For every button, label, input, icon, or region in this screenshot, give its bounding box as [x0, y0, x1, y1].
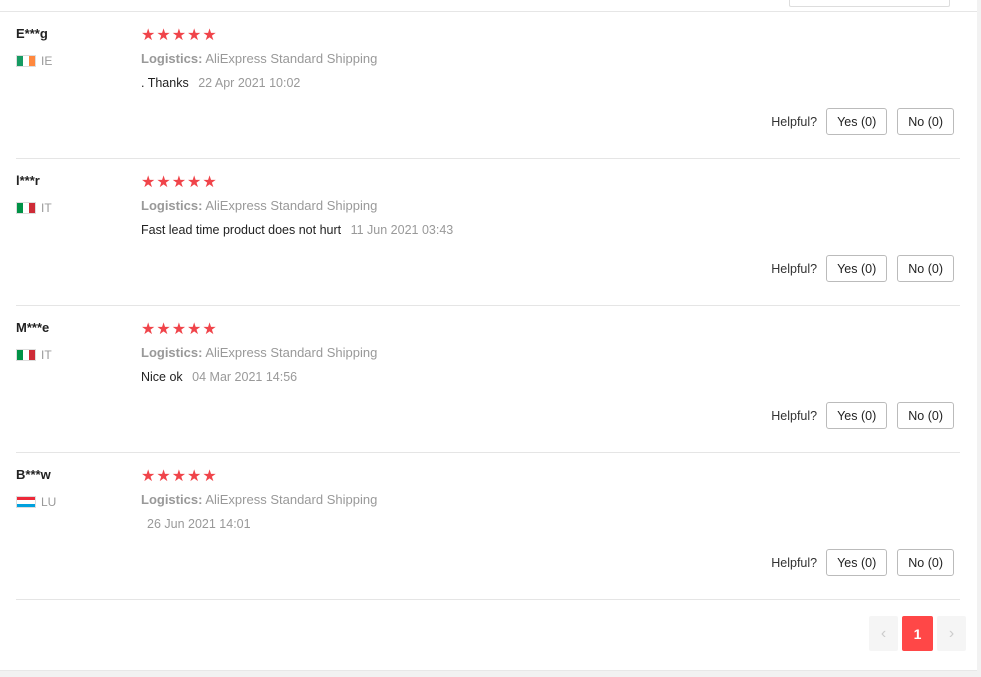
helpful-label: Helpful? [771, 114, 818, 129]
country-flag-icon [16, 349, 36, 361]
star-rating: ★★★★★ [141, 27, 218, 44]
review-item: l***r IT ★★★★★ Logistics: AliExpress Sta… [16, 159, 960, 306]
helpful-label: Helpful? [771, 261, 818, 276]
reviewer-name: M***e [16, 320, 50, 335]
country-flag-icon [16, 496, 36, 508]
helpful-label: Helpful? [771, 555, 818, 570]
helpful-row: Helpful? Yes (0) No (0) [771, 402, 954, 429]
country-code: LU [41, 495, 57, 509]
logistics-label: Logistics: [141, 51, 203, 66]
logistics-label: Logistics: [141, 492, 203, 507]
review-item: B***w LU ★★★★★ Logistics: AliExpress Sta… [16, 453, 960, 600]
review-item: M***e IT ★★★★★ Logistics: AliExpress Sta… [16, 306, 960, 453]
logistics-info: Logistics: AliExpress Standard Shipping [141, 492, 377, 507]
helpful-row: Helpful? Yes (0) No (0) [771, 255, 954, 282]
country-code: IT [41, 348, 52, 362]
star-rating: ★★★★★ [141, 321, 218, 338]
logistics-label: Logistics: [141, 198, 203, 213]
logistics-info: Logistics: AliExpress Standard Shipping [141, 51, 377, 66]
country-code: IT [41, 201, 52, 215]
page-button-current[interactable]: 1 [902, 616, 933, 651]
review-text: Fast lead time product does not hurt [141, 223, 342, 237]
helpful-row: Helpful? Yes (0) No (0) [771, 549, 954, 576]
helpful-yes-button[interactable]: Yes (0) [826, 402, 888, 429]
reviewer-country: IT [16, 201, 52, 215]
next-page-button[interactable]: › [937, 616, 966, 651]
helpful-yes-button[interactable]: Yes (0) [826, 549, 888, 576]
helpful-label: Helpful? [771, 408, 818, 423]
country-flag-icon [16, 202, 36, 214]
reviewer-name: B***w [16, 467, 51, 482]
review-feedback: Nice ok 04 Mar 2021 14:56 [141, 370, 297, 384]
reviewer-country: IT [16, 348, 52, 362]
logistics-info: Logistics: AliExpress Standard Shipping [141, 198, 377, 213]
review-feedback: 26 Jun 2021 14:01 [141, 517, 251, 531]
review-date: 04 Mar 2021 14:56 [192, 370, 298, 384]
helpful-no-button[interactable]: No (0) [897, 402, 954, 429]
logistics-info: Logistics: AliExpress Standard Shipping [141, 345, 377, 360]
helpful-no-button[interactable]: No (0) [897, 549, 954, 576]
review-text: Nice ok [141, 370, 183, 384]
review-date: 26 Jun 2021 14:01 [147, 517, 251, 531]
pagination: ‹ 1 › [869, 616, 966, 651]
reviewer-country: LU [16, 495, 56, 509]
country-flag-icon [16, 55, 36, 67]
reviewer-country: IE [16, 54, 52, 68]
helpful-yes-button[interactable]: Yes (0) [826, 108, 888, 135]
logistics-value: AliExpress Standard Shipping [205, 51, 378, 66]
logistics-value: AliExpress Standard Shipping [205, 345, 378, 360]
sort-dropdown[interactable] [789, 0, 950, 7]
country-code: IE [41, 54, 53, 68]
review-text: . Thanks [141, 76, 189, 90]
star-rating: ★★★★★ [141, 468, 218, 485]
review-feedback: . Thanks 22 Apr 2021 10:02 [141, 76, 300, 90]
helpful-no-button[interactable]: No (0) [897, 108, 954, 135]
star-rating: ★★★★★ [141, 174, 218, 191]
helpful-no-button[interactable]: No (0) [897, 255, 954, 282]
review-date: 11 Jun 2021 03:43 [350, 223, 454, 237]
review-item: E***g IE ★★★★★ Logistics: AliExpress Sta… [16, 12, 960, 159]
logistics-label: Logistics: [141, 345, 203, 360]
logistics-value: AliExpress Standard Shipping [205, 492, 378, 507]
prev-page-button[interactable]: ‹ [869, 616, 898, 651]
helpful-row: Helpful? Yes (0) No (0) [771, 108, 954, 135]
helpful-yes-button[interactable]: Yes (0) [826, 255, 888, 282]
reviewer-name: l***r [16, 173, 40, 188]
reviews-panel: E***g IE ★★★★★ Logistics: AliExpress Sta… [0, 0, 977, 671]
review-date: 22 Apr 2021 10:02 [198, 76, 301, 90]
logistics-value: AliExpress Standard Shipping [205, 198, 378, 213]
reviewer-name: E***g [16, 26, 48, 41]
review-feedback: Fast lead time product does not hurt 11 … [141, 223, 453, 237]
